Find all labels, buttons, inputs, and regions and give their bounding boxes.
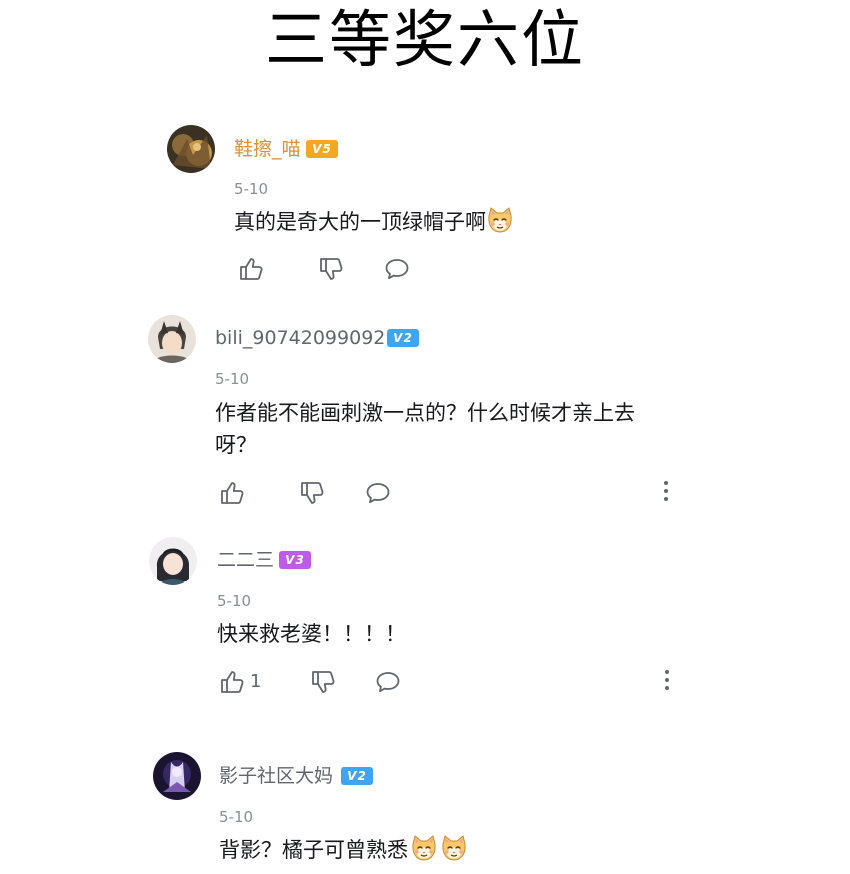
comment-date: 5-10 <box>234 180 269 198</box>
avatar[interactable] <box>148 315 196 363</box>
like-count: 1 <box>250 671 262 692</box>
comment-text-content: 快来救老婆！！！！ <box>217 622 406 646</box>
like-icon[interactable] <box>219 669 245 695</box>
comment-text: 作者能不能画刺激一点的？什么时候才亲上去 <box>215 397 635 429</box>
comment-text: 真的是奇大的一顶绿帽子啊 <box>234 206 514 238</box>
comment-text-line: 作者能不能画刺激一点的？什么时候才亲上去 <box>215 401 635 425</box>
comment-date: 5-10 <box>215 370 250 388</box>
cat-emoji-icon <box>440 834 468 862</box>
comment-text-line: 呀？ <box>215 433 257 457</box>
more-options-icon[interactable] <box>662 479 670 503</box>
comment-text-content: 真的是奇大的一顶绿帽子啊 <box>234 210 486 234</box>
cat-emoji-icon <box>410 834 438 862</box>
cat-emoji-icon <box>486 206 514 234</box>
username[interactable]: 影子社区大妈 <box>219 764 333 788</box>
more-options-icon[interactable] <box>663 668 671 692</box>
comment-text: 快来救老婆！！！！ <box>217 618 406 650</box>
comment-text: 呀？ <box>215 429 257 461</box>
username[interactable]: 鞋擦_喵 <box>234 137 301 161</box>
level-badge: V2 <box>387 329 419 347</box>
reply-icon[interactable] <box>365 480 391 506</box>
comment-date: 5-10 <box>217 592 252 610</box>
level-badge: V5 <box>306 140 338 158</box>
comment-text: 背影？橘子可曾熟悉 <box>219 834 468 866</box>
reply-icon[interactable] <box>375 669 401 695</box>
dislike-icon[interactable] <box>310 669 336 695</box>
avatar[interactable] <box>153 752 201 800</box>
avatar[interactable] <box>167 125 215 173</box>
comment-text-content: 背影？橘子可曾熟悉 <box>219 838 408 862</box>
like-icon[interactable] <box>219 480 245 506</box>
reply-icon[interactable] <box>384 256 410 282</box>
level-badge: V3 <box>279 551 311 569</box>
dislike-icon[interactable] <box>318 256 344 282</box>
dislike-icon[interactable] <box>299 480 325 506</box>
username[interactable]: 二二三 <box>217 548 274 572</box>
page-title: 三等奖六位 <box>264 3 585 76</box>
username[interactable]: bili_90742099092 <box>215 326 385 350</box>
level-badge: V2 <box>341 767 373 785</box>
like-icon[interactable] <box>238 256 264 282</box>
comment-date: 5-10 <box>219 808 254 826</box>
avatar[interactable] <box>149 537 197 585</box>
